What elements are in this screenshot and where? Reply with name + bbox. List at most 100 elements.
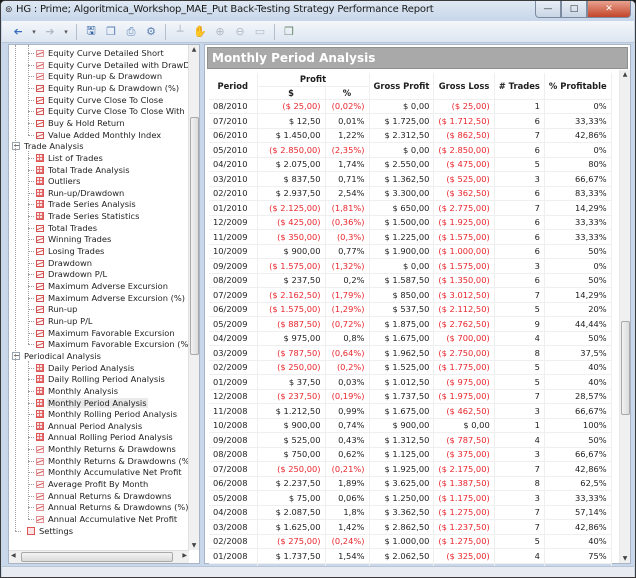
tree-item-losing-trades[interactable]: Losing Trades: [36, 245, 105, 257]
tree-item-settings[interactable]: Settings: [27, 525, 74, 537]
back-dropdown-button[interactable]: ▾: [28, 23, 40, 41]
cell-profit-pct: (0,19%): [325, 389, 370, 404]
forward-button[interactable]: ➔: [40, 23, 60, 41]
report-scroll-down-icon[interactable]: ▼: [620, 555, 630, 562]
tree-item-monthly-analysis[interactable]: Monthly Analysis: [36, 385, 119, 397]
tree-hscroll-thumb[interactable]: [21, 552, 173, 562]
tree-item-annual-accumulative-net-profit[interactable]: Annual Accumulative Net Profit: [36, 513, 178, 525]
tree-item-label: Annual Returns & Drawdowns (%): [48, 502, 189, 513]
tree-item-equity-run-up-drawdown[interactable]: Equity Run-up & Drawdown (%): [36, 82, 180, 94]
tree-item-monthly-accumulative-net-profit[interactable]: Monthly Accumulative Net Profit: [36, 466, 183, 478]
tree-vertical-scrollbar[interactable]: ▲ ▼: [188, 45, 199, 550]
tree-item-maximum-favorable-excursion[interactable]: Maximum Favorable Excursion (%): [36, 338, 189, 350]
table-row: 10/2008 $ 900,00 0,74% $ 900,00 $ 0,00 1 100%: [209, 418, 612, 433]
tree-item-run-up[interactable]: Run-up: [36, 303, 78, 315]
tree-scroll-thumb[interactable]: [190, 117, 199, 355]
tree-item-label: Outliers: [48, 176, 81, 187]
tree-item-annual-returns-drawdowns[interactable]: Annual Returns & Drawdowns: [36, 490, 172, 502]
cell-pct-profitable: 28,57%: [544, 389, 612, 404]
save-button[interactable]: 🖫: [81, 23, 101, 41]
tree-item-maximum-favorable-excursion[interactable]: Maximum Favorable Excursion: [36, 327, 176, 339]
zoom-in-button[interactable]: ⊕: [210, 23, 230, 41]
table-row: 01/2008 $ 1.737,50 1,54% $ 2.062,50 ($ 325,0…: [209, 548, 612, 564]
tree-item-run-up-drawdown[interactable]: Run-up/Drawdown: [36, 187, 125, 199]
minimize-icon: —: [543, 4, 553, 14]
tree-item-outliers[interactable]: Outliers: [36, 175, 82, 187]
report-scroll-up-icon[interactable]: ▲: [620, 71, 630, 78]
cell-gross-loss: ($ 2.175,00): [433, 461, 495, 477]
cell-gross-profit: $ 2.062,50: [369, 548, 435, 564]
tree-item-run-up-p-l[interactable]: Run-up P/L: [36, 315, 94, 327]
cell-period: 03/2008: [209, 519, 258, 535]
maximize-button[interactable]: □: [561, 1, 587, 18]
chart-report-icon: [36, 119, 44, 127]
tree-item-monthly-rolling-period-analysis[interactable]: Monthly Rolling Period Analysis: [36, 408, 178, 420]
scroll-down-arrow-icon[interactable]: ▼: [189, 542, 199, 549]
tree-item-label: Drawdown P/L: [48, 269, 108, 280]
tree-item-monthly-period-analysis[interactable]: Monthly Period Analysis: [36, 397, 148, 409]
zoom-out-button[interactable]: ⊖: [230, 23, 250, 41]
fit-button[interactable]: ▭: [250, 23, 270, 41]
pan-button[interactable]: ✋: [190, 23, 210, 41]
tree-item-equity-curve-detailed-short[interactable]: Equity Curve Detailed Short: [36, 47, 165, 59]
tree-item-equity-curve-detailed-with-drawdown[interactable]: Equity Curve Detailed with DrawDown: [36, 59, 189, 71]
tree-item-buy-hold-return[interactable]: Buy & Hold Return: [36, 117, 126, 129]
forward-dropdown-button[interactable]: ▾: [60, 23, 72, 41]
copy-button[interactable]: ❐: [101, 23, 121, 41]
crosshair-button[interactable]: ┴: [170, 23, 190, 41]
tree-item-daily-period-analysis[interactable]: Daily Period Analysis: [36, 362, 135, 374]
tree-item-drawdown[interactable]: Drawdown: [36, 257, 93, 269]
table-row: 06/2008 $ 2.237,50 1,89% $ 3.625,00 ($ 1.387…: [209, 476, 612, 491]
tree-item-total-trades[interactable]: Total Trades: [36, 222, 98, 234]
close-button[interactable]: ✕: [587, 1, 631, 18]
tree-item-average-profit-by-month[interactable]: Average Profit By Month: [36, 478, 149, 490]
cell-gross-loss: ($ 2.750,00): [433, 345, 495, 361]
tree-item-drawdown-p-l[interactable]: Drawdown P/L: [36, 268, 108, 280]
tree-item-maximum-adverse-excursion[interactable]: Maximum Adverse Excursion (%): [36, 292, 186, 304]
tree-horizontal-scrollbar[interactable]: ◀ ▶: [9, 550, 189, 563]
tree-item-trade-analysis[interactable]: − Trade Analysis: [12, 140, 85, 152]
scroll-right-arrow-icon[interactable]: ▶: [182, 552, 187, 559]
tree-item-total-trade-analysis[interactable]: Total Trade Analysis: [36, 164, 131, 176]
scroll-up-arrow-icon[interactable]: ▲: [189, 46, 199, 53]
tree-item-monthly-returns-drawdowns[interactable]: Monthly Returns & Drawdowns (%): [36, 455, 189, 467]
window-title: HG : Prime; Algoritmica_Workshop_MAE_Put…: [16, 4, 434, 15]
collapse-icon[interactable]: −: [12, 142, 20, 151]
report-vertical-scrollbar[interactable]: ▲ ▼: [619, 70, 630, 563]
back-button[interactable]: ➔: [8, 23, 28, 41]
cell-period: 05/2008: [209, 490, 258, 506]
cell-trades: 5: [494, 534, 545, 549]
tree-item-label: Annual Period Analysis: [48, 420, 143, 431]
settings-button[interactable]: ⚙: [141, 23, 161, 41]
tree-item-equity-curve-close-to-close[interactable]: Equity Curve Close To Close: [36, 94, 164, 106]
table-row: 08/2010 ($ 25,00) (0,02%) $ 0,00 ($ 25,00) 1 0…: [209, 99, 612, 114]
tree-item-periodical-analysis[interactable]: − Periodical Analysis: [12, 350, 102, 362]
tree-item-annual-period-analysis[interactable]: Annual Period Analysis: [36, 420, 143, 432]
collapse-icon[interactable]: −: [12, 351, 20, 360]
tree-item-equity-run-up-drawdown[interactable]: Equity Run-up & Drawdown: [36, 70, 163, 82]
tree-item-maximum-adverse-excursion[interactable]: Maximum Adverse Excursion: [36, 280, 169, 292]
tree-item-annual-rolling-period-analysis[interactable]: Annual Rolling Period Analysis: [36, 431, 174, 443]
cell-gross-loss: ($ 862,50): [433, 128, 495, 143]
cell-gross-profit: $ 1.675,00: [369, 331, 435, 346]
report-scroll-thumb[interactable]: [621, 321, 630, 415]
tree-item-annual-returns-drawdowns[interactable]: Annual Returns & Drawdowns (%): [36, 501, 189, 513]
scroll-left-arrow-icon[interactable]: ◀: [11, 552, 16, 559]
table-row: 07/2008 ($ 250,00) (0,21%) $ 1.925,00 ($ 2.1…: [209, 461, 612, 477]
tree-item-trade-series-analysis[interactable]: Trade Series Analysis: [36, 198, 137, 210]
tree-item-label: Maximum Adverse Excursion: [48, 281, 169, 291]
tree-item-monthly-returns-drawdowns[interactable]: Monthly Returns & Drawdowns: [36, 443, 177, 455]
report-tree: Equity Curve Detailed Short Equity Curve …: [9, 45, 189, 550]
minimize-button[interactable]: —: [535, 1, 561, 18]
cell-profit-usd: $ 2.087,50: [257, 505, 326, 520]
cell-profit-pct: 1,22%: [325, 128, 370, 143]
tree-item-value-added-monthly-index[interactable]: Value Added Monthly Index: [36, 129, 162, 141]
export-button[interactable]: ❒: [279, 23, 299, 41]
tree-item-equity-curve-close-to-close-with-drawdo[interactable]: Equity Curve Close To Close With Drawdo: [36, 105, 189, 117]
print-button[interactable]: ⎙: [121, 23, 141, 41]
tree-item-winning-trades[interactable]: Winning Trades: [36, 233, 112, 245]
cell-gross-profit: $ 1.725,00: [369, 113, 435, 129]
tree-item-daily-rolling-period-analysis[interactable]: Daily Rolling Period Analysis: [36, 373, 166, 385]
tree-item-list-of-trades[interactable]: List of Trades: [36, 152, 104, 164]
tree-item-trade-series-statistics[interactable]: Trade Series Statistics: [36, 210, 140, 222]
